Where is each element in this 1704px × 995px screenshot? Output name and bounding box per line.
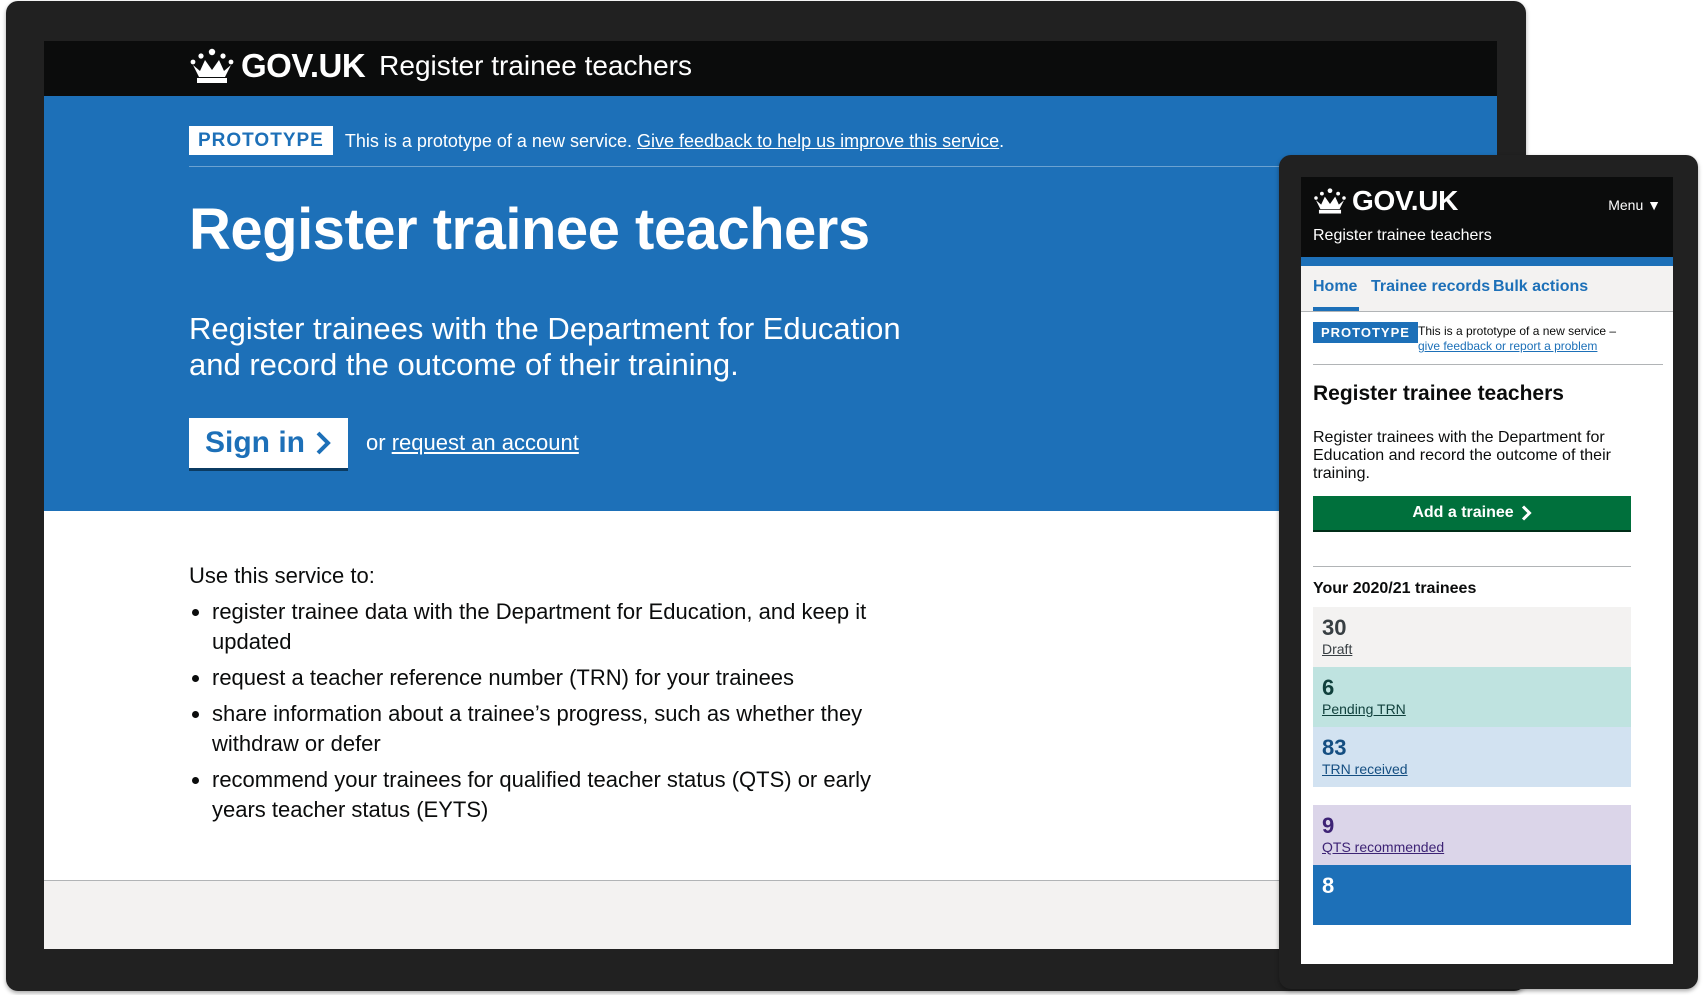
service-uses-list: register trainee data with the Departmen… — [189, 597, 919, 825]
list-item: register trainee data with the Departmen… — [212, 597, 919, 657]
trainees-year-heading: Your 2020/21 trainees — [1313, 580, 1477, 597]
prototype-tag: PROTOTYPE — [189, 126, 333, 155]
status-count: 30 — [1322, 615, 1347, 640]
service-description: Use this service to: register trainee da… — [189, 561, 919, 831]
chevron-right-icon — [316, 431, 331, 455]
chevron-right-icon — [1521, 505, 1532, 521]
use-service-heading: Use this service to: — [189, 563, 375, 588]
govuk-logo-text: GOV.UK — [241, 47, 366, 84]
phase-message: This is a prototype of a new service. — [344, 131, 632, 151]
mobile-page-lede: Register trainees with the Department fo… — [1313, 429, 1611, 482]
or-request-text: or request an account — [366, 430, 579, 456]
or-text: or — [366, 430, 386, 455]
service-name[interactable]: Register trainee teachers — [379, 50, 692, 82]
status-link[interactable]: QTS recommended — [1322, 839, 1444, 855]
mobile-header-brand[interactable]: GOV.UK — [1313, 185, 1458, 217]
status-link[interactable]: TRN received — [1322, 761, 1408, 777]
list-item: recommend your trainees for qualified te… — [212, 765, 919, 825]
nav-item-home[interactable]: Home — [1313, 278, 1360, 311]
prototype-tag: PROTOTYPE — [1313, 322, 1418, 343]
mobile-phase-banner: PROTOTYPE This is a prototype of a new s… — [1313, 322, 1663, 365]
add-trainee-button[interactable]: Add a trainee — [1313, 496, 1631, 530]
status-count: 8 — [1322, 873, 1335, 898]
signin-row: Sign in or request an account — [189, 418, 579, 468]
status-count: 83 — [1322, 735, 1347, 760]
phase-suffix: . — [999, 131, 1005, 151]
list-item: request a teacher reference number (TRN)… — [212, 663, 919, 693]
nav-item-trainee-records[interactable]: Trainee records — [1371, 278, 1490, 296]
status-count: 9 — [1322, 813, 1335, 838]
feedback-link[interactable]: give feedback or report a problem — [1418, 339, 1597, 353]
govuk-logo-text: GOV.UK — [1352, 185, 1459, 216]
page-title: Register trainee teachers — [189, 197, 870, 262]
mobile-govuk-header: GOV.UK Menu ▼ Register trainee teachers — [1301, 177, 1673, 266]
status-card-next[interactable]: 8 — [1313, 865, 1631, 925]
status-link[interactable]: Pending TRN — [1322, 701, 1406, 717]
mobile-service-name[interactable]: Register trainee teachers — [1313, 227, 1492, 245]
nav-item-bulk-actions[interactable]: Bulk actions — [1493, 278, 1588, 296]
list-item: share information about a trainee’s prog… — [212, 699, 919, 759]
sign-in-label: Sign in — [205, 426, 305, 459]
status-card-trn-received[interactable]: 83 TRN received — [1313, 727, 1631, 787]
menu-button[interactable]: Menu ▼ — [1608, 197, 1661, 213]
mobile-device-frame: GOV.UK Menu ▼ Register trainee teachers … — [1279, 155, 1698, 989]
phase-message: This is a prototype of a new service – — [1418, 324, 1617, 338]
status-card-draft[interactable]: 30 Draft — [1313, 607, 1631, 667]
phase-banner-text: This is a prototype of a new service – g… — [1418, 324, 1668, 354]
header-brand[interactable]: GOV.UK Register trainee teachers — [189, 47, 692, 85]
sign-in-button[interactable]: Sign in — [189, 418, 348, 468]
status-card-pending-trn[interactable]: 6 Pending TRN — [1313, 667, 1631, 727]
status-link[interactable]: Draft — [1322, 641, 1352, 657]
status-card-qts-recommended[interactable]: 9 QTS recommended — [1313, 805, 1631, 865]
page-lede: Register trainees with the Department fo… — [189, 311, 901, 382]
add-trainee-label: Add a trainee — [1412, 504, 1514, 521]
phase-banner-text: This is a prototype of a new service. Gi… — [345, 131, 1004, 152]
mobile-screen: GOV.UK Menu ▼ Register trainee teachers … — [1301, 177, 1673, 964]
request-account-link[interactable]: request an account — [392, 430, 579, 455]
feedback-link[interactable]: Give feedback to help us improve this se… — [637, 131, 999, 151]
section-divider — [1313, 566, 1631, 567]
crown-icon — [1314, 188, 1346, 214]
govuk-header: GOV.UK Register trainee teachers — [44, 41, 1497, 96]
mobile-page-title: Register trainee teachers — [1313, 382, 1564, 405]
primary-navigation: Home Trainee records Bulk actions — [1301, 266, 1673, 312]
crown-icon — [190, 48, 234, 83]
status-count: 6 — [1322, 675, 1335, 700]
